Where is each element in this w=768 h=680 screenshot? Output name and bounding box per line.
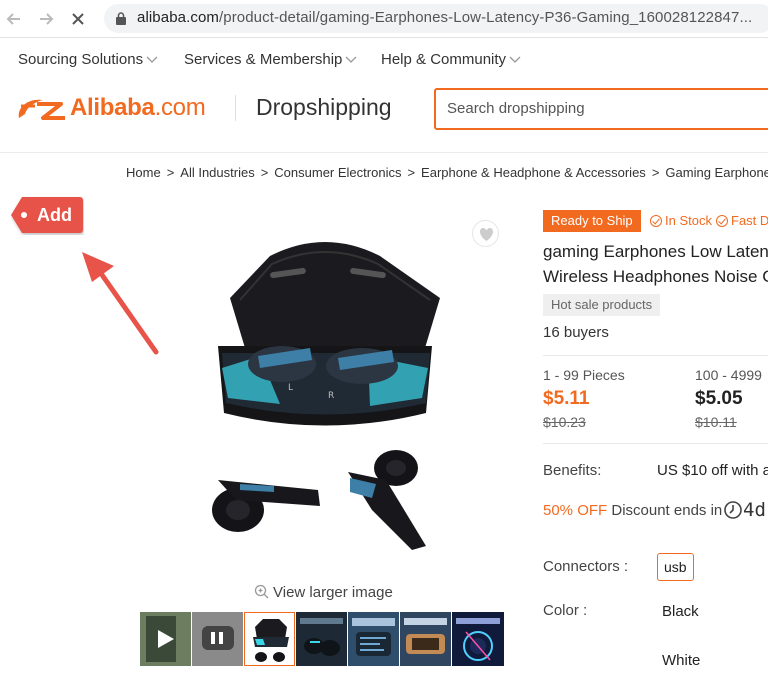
color-label: Color : (543, 602, 588, 619)
breadcrumb-gaming-earphones[interactable]: Gaming Earphones & H (665, 165, 768, 180)
svg-text:L: L (288, 383, 293, 393)
price-tier-2-price: $5.05 (695, 388, 743, 409)
price-tier-1-qty: 1 - 99 Pieces (543, 367, 625, 383)
nav-help-community[interactable]: Help & Community (381, 51, 521, 68)
alibaba-logo-icon[interactable] (15, 92, 69, 126)
url-text: alibaba.com/product-detail/gaming-Earpho… (137, 9, 752, 26)
thumbnail-product-shot[interactable] (296, 612, 347, 666)
breadcrumb: Home > All Industries > Consumer Electronics… (126, 165, 768, 180)
view-larger-label: View larger image (273, 584, 393, 601)
add-label: Add (37, 205, 72, 225)
in-stock-label: In Stock (665, 213, 712, 228)
price-tier-1-old-price: $10.23 (543, 414, 586, 430)
benefits-label: Benefits: (543, 462, 602, 479)
chevron-down-icon (345, 56, 357, 63)
breadcrumb-consumer-electronics[interactable]: Consumer Electronics (274, 165, 401, 180)
divider (543, 355, 768, 356)
lock-icon (116, 12, 126, 25)
chevron-down-icon (146, 56, 158, 63)
nav-sourcing-solutions[interactable]: Sourcing Solutions (18, 51, 158, 68)
thumbnail-video[interactable] (140, 612, 191, 666)
check-circle-icon (650, 215, 662, 227)
nav-label: Sourcing Solutions (18, 51, 144, 68)
connector-option-usb[interactable]: usb (657, 553, 694, 581)
thumbnail-pause[interactable] (192, 612, 243, 666)
arrow-left-icon[interactable] (4, 9, 24, 29)
discount-percent: 50% OFF (543, 502, 608, 519)
breadcrumb-separator: > (651, 165, 660, 180)
top-nav: Sourcing Solutions Services & Membership… (0, 38, 768, 82)
zoom-in-icon (254, 584, 269, 599)
nav-services-membership[interactable]: Services & Membership (184, 51, 357, 68)
countdown-timer: 4d: (743, 499, 768, 521)
close-icon[interactable] (68, 9, 88, 29)
price-tier-1-price: $5.11 (543, 388, 590, 409)
connectors-label: Connectors : (543, 558, 629, 575)
color-option-black[interactable]: Black (662, 603, 699, 620)
in-stock-tag: In Stock (650, 213, 712, 228)
breadcrumb-separator: > (260, 165, 269, 180)
thumbnail-gap (504, 612, 505, 666)
product-title-line-1: gaming Earphones Low Latenc (543, 242, 768, 261)
logo-wordmark[interactable]: Alibaba.com (70, 94, 206, 122)
product-image[interactable]: L R (200, 228, 450, 556)
url-path: /product-detail/gaming-Earphones-Low-Lat… (218, 9, 753, 26)
thumbnail-features[interactable] (348, 612, 399, 666)
header-divider (235, 95, 236, 121)
browser-toolbar: alibaba.com/product-detail/gaming-Earpho… (0, 0, 768, 38)
logo-tld: .com (154, 94, 206, 121)
fast-dispatch-label: Fast D (731, 213, 768, 228)
heart-icon (480, 228, 493, 241)
address-bar[interactable]: alibaba.com/product-detail/gaming-Earpho… (104, 4, 768, 33)
logo-brand: Alibaba (70, 94, 155, 121)
price-tier-2-old-price: $10.11 (695, 414, 737, 430)
nav-label: Help & Community (381, 51, 507, 68)
product-title-line-2: Wireless Headphones Noise C (543, 267, 768, 286)
fast-dispatch-tag: Fast D (716, 213, 768, 228)
url-host: alibaba.com (137, 9, 219, 26)
check-circle-icon (716, 215, 728, 227)
section-title[interactable]: Dropshipping (256, 94, 392, 121)
nav-label: Services & Membership (184, 51, 343, 68)
svg-text:R: R (328, 391, 334, 401)
color-option-white[interactable]: White (662, 652, 700, 669)
search-input[interactable] (447, 100, 767, 117)
thumbnail-game-play[interactable] (400, 612, 451, 666)
discount-text: Discount ends in (611, 502, 723, 519)
hot-sale-badge[interactable]: Hot sale products (543, 294, 661, 316)
divider (543, 443, 768, 444)
ready-to-ship-tag: Ready to Ship (543, 210, 641, 232)
arrow-right-icon[interactable] (36, 9, 56, 29)
buyers-count: 16 buyers (543, 324, 609, 341)
price-tier-2-qty: 100 - 4999 (695, 367, 762, 383)
search-box[interactable] (434, 88, 768, 130)
breadcrumb-home[interactable]: Home (126, 165, 161, 180)
header-separator (0, 152, 768, 153)
thumbnail-latency[interactable] (452, 612, 504, 666)
breadcrumb-separator: > (407, 165, 416, 180)
thumbnail-earbuds-case[interactable] (244, 612, 295, 666)
clock-icon (724, 501, 742, 519)
breadcrumb-all-industries[interactable]: All Industries (180, 165, 254, 180)
benefits-value[interactable]: US $10 off with a (657, 462, 768, 479)
annotation-arrow-icon (82, 252, 159, 355)
thumbnail-strip (140, 612, 505, 666)
breadcrumb-earphone-accessories[interactable]: Earphone & Headphone & Accessories (421, 165, 646, 180)
wishlist-button[interactable] (472, 220, 499, 247)
discount-line: 50% OFF Discount ends in (543, 502, 722, 519)
view-larger-image-link[interactable]: View larger image (254, 584, 393, 601)
breadcrumb-separator: > (166, 165, 175, 180)
chevron-down-icon (509, 56, 521, 63)
